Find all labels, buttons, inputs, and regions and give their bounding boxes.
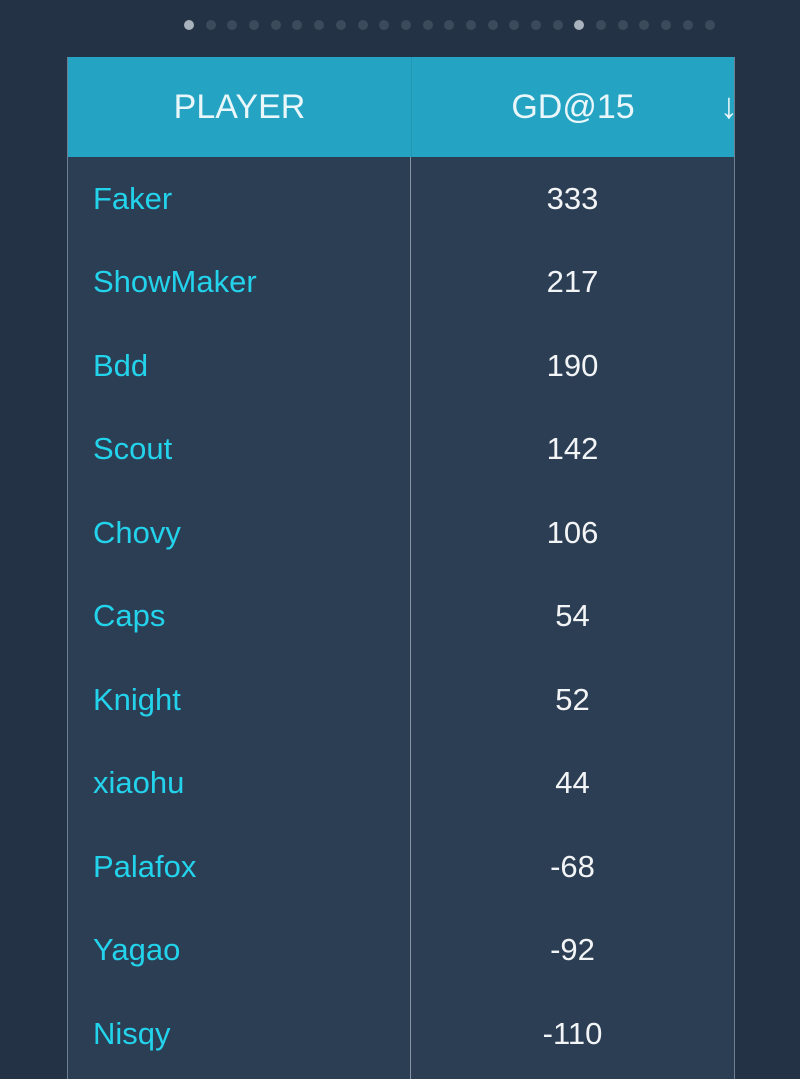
gd15-value: 54 [555, 598, 590, 634]
player-name[interactable]: Scout [68, 431, 411, 467]
player-name[interactable]: ShowMaker [68, 264, 411, 300]
table-row[interactable]: Palafox -68 [68, 825, 734, 909]
player-name[interactable]: Faker [68, 181, 411, 217]
page-dot[interactable] [379, 20, 390, 30]
page-dot[interactable] [639, 20, 650, 30]
page-dot[interactable] [596, 20, 607, 30]
table-row[interactable]: Yagao -92 [68, 909, 734, 993]
table-row[interactable]: Scout 142 [68, 408, 734, 492]
player-name[interactable]: xiaohu [68, 765, 411, 801]
page-dot[interactable] [249, 20, 260, 30]
gd15-value: 333 [546, 180, 599, 216]
column-header-gd15[interactable]: GD@15 [412, 88, 734, 127]
page-dot[interactable] [400, 20, 411, 30]
table-row[interactable]: Bdd 190 [68, 324, 734, 408]
page-dot[interactable] [682, 20, 693, 30]
page-dot[interactable] [205, 20, 216, 30]
column-header-player[interactable]: PLAYER [68, 57, 412, 157]
player-name[interactable]: Bdd [68, 348, 411, 384]
gd15-value: 44 [555, 765, 590, 801]
page-dot[interactable] [314, 20, 325, 30]
table-row[interactable]: xiaohu 44 [68, 742, 734, 826]
player-name[interactable]: Palafox [68, 849, 411, 885]
page-dot[interactable] [487, 20, 498, 30]
page-dot[interactable] [531, 20, 541, 30]
gd15-value: 142 [546, 431, 599, 467]
table-header: PLAYER GD@15 ↓ [68, 57, 738, 157]
page-dot[interactable] [335, 20, 346, 30]
page-dot[interactable] [227, 20, 238, 30]
stats-table: PLAYER GD@15 ↓ Faker 333 ShowMaker 217 Bdd 19… [67, 57, 738, 1079]
gd15-value: -92 [550, 932, 595, 968]
page-dot[interactable] [357, 20, 368, 30]
table-row[interactable]: Chovy 106 [68, 491, 734, 575]
page-dot[interactable] [552, 20, 563, 30]
gd15-value: 106 [546, 514, 599, 550]
page-dot[interactable] [184, 20, 194, 30]
gd15-value: 190 [546, 347, 599, 383]
table-row[interactable]: Caps 54 [68, 575, 734, 659]
table-row[interactable]: Nisqy -110 [68, 992, 734, 1076]
page-dot[interactable] [270, 20, 281, 30]
page-dot[interactable] [465, 20, 476, 30]
column-divider [410, 157, 411, 1079]
page-dot[interactable] [617, 20, 628, 30]
page-dot[interactable] [509, 20, 520, 30]
gd15-value: 52 [555, 681, 590, 717]
player-name[interactable]: Chovy [68, 515, 411, 551]
table-row[interactable]: Knight 52 [68, 658, 734, 742]
page-dot[interactable] [444, 20, 455, 30]
page-dot[interactable] [661, 20, 672, 30]
player-name[interactable]: Yagao [68, 932, 411, 968]
page-indicator[interactable] [184, 20, 715, 30]
player-name[interactable]: Knight [68, 682, 411, 718]
player-name[interactable]: Caps [68, 598, 411, 634]
page-dot[interactable] [422, 20, 433, 30]
arrow-down-icon[interactable]: ↓ [720, 85, 738, 127]
page-dot[interactable] [574, 20, 585, 30]
page-dot[interactable] [292, 20, 303, 30]
player-name[interactable]: Nisqy [68, 1016, 411, 1052]
page-dot[interactable] [704, 20, 715, 30]
table-row[interactable]: Faker 333 [68, 157, 734, 241]
gd15-value: -110 [542, 1015, 603, 1051]
gd15-value: 217 [546, 264, 599, 300]
table-row[interactable]: ShowMaker 217 [68, 241, 734, 325]
gd15-value: -68 [550, 848, 595, 884]
